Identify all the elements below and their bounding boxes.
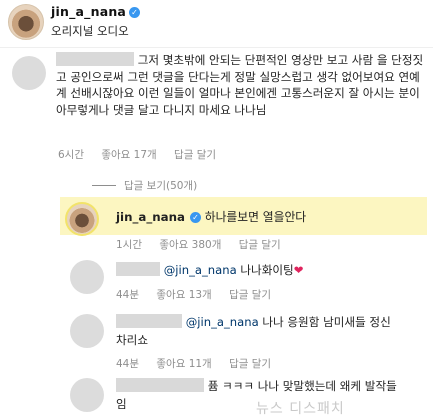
reply-button[interactable]: 답글 달기 bbox=[174, 149, 216, 161]
reply2-body: 나나화이팅 bbox=[240, 263, 294, 277]
reply3-body-line1: 나나 응원함 남미새들 정신 bbox=[262, 315, 391, 329]
reply3-mention[interactable]: @jin_a_nana bbox=[186, 315, 259, 329]
reply2-name-blurred[interactable] bbox=[116, 262, 160, 276]
reply3-meta: 44분 좋아요 11개 답글 달기 bbox=[116, 356, 285, 371]
reply3-name-blurred[interactable] bbox=[116, 314, 182, 328]
highlighted-reply: jin_a_nana ✓ 하나를보면 열을안다 bbox=[116, 208, 306, 225]
comment-likes[interactable]: 좋아요 17개 bbox=[101, 149, 156, 161]
commenter-avatar[interactable] bbox=[12, 56, 46, 90]
reply-button[interactable]: 답글 달기 bbox=[239, 239, 281, 251]
reply3-likes[interactable]: 좋아요 11개 bbox=[156, 358, 211, 370]
reply2-time: 44분 bbox=[116, 289, 140, 301]
reply-button[interactable]: 답글 달기 bbox=[229, 289, 271, 301]
reply3-time: 44분 bbox=[116, 358, 140, 370]
reply2-text: @jin_a_nana 나나화이팅❤ bbox=[116, 262, 303, 279]
reply4-text: 퓸 ㅋㅋㅋ 나나 맞말했는데 왜케 발작들 bbox=[116, 378, 426, 395]
highlighted-reply-meta: 1시간 좋아요 380개 답글 달기 bbox=[116, 237, 295, 252]
reply2-likes[interactable]: 좋아요 13개 bbox=[156, 289, 211, 301]
reply3-text: @jin_a_nana 나나 응원함 남미새들 정신 bbox=[116, 314, 426, 331]
comment-line1: 그저 몇초밖에 안되는 단편적인 영상만 보고 사람 bbox=[137, 53, 374, 67]
reply-button[interactable]: 답글 달기 bbox=[229, 358, 271, 370]
commenter-name-blurred[interactable] bbox=[56, 52, 134, 66]
view-replies-button[interactable]: 답글 보기(50개) bbox=[92, 178, 197, 193]
reply4-line2: 임 bbox=[116, 397, 127, 411]
reply3-avatar[interactable] bbox=[70, 314, 104, 348]
main-comment-text: 그저 몇초밖에 안되는 단편적인 영상만 보고 사람 을 단정짓고 공인으로써 … bbox=[56, 52, 426, 118]
profile-avatar[interactable] bbox=[8, 4, 44, 40]
reply2-mention[interactable]: @jin_a_nana bbox=[164, 263, 237, 277]
reply-username[interactable]: jin_a_nana bbox=[116, 210, 185, 224]
reply4-name-blurred[interactable] bbox=[116, 378, 204, 392]
reply-time: 1시간 bbox=[116, 239, 143, 251]
divider bbox=[0, 47, 433, 48]
verified-badge-icon: ✓ bbox=[189, 212, 201, 223]
reply-text: 하나를보면 열을안다 bbox=[204, 210, 307, 224]
reply2-meta: 44분 좋아요 13개 답글 달기 bbox=[116, 287, 285, 302]
reply-avatar-jin-a-nana[interactable] bbox=[65, 202, 99, 236]
replies-line bbox=[92, 185, 116, 186]
reply2-avatar[interactable] bbox=[70, 260, 104, 294]
view-replies-label[interactable]: 답글 보기(50개) bbox=[124, 180, 197, 192]
username-text[interactable]: jin_a_nana bbox=[51, 4, 126, 19]
heart-icon: ❤ bbox=[293, 263, 304, 277]
audio-label[interactable]: 오리지널 오디오 bbox=[51, 23, 129, 39]
main-comment-meta: 6시간 좋아요 17개 답글 달기 bbox=[58, 147, 230, 162]
post-username[interactable]: jin_a_nana ✓ bbox=[51, 4, 141, 19]
post-header: jin_a_nana ✓ 오리지널 오디오 bbox=[0, 0, 433, 46]
reply4-avatar[interactable] bbox=[70, 378, 104, 412]
reply-likes[interactable]: 좋아요 380개 bbox=[159, 239, 221, 251]
verified-badge-icon: ✓ bbox=[129, 7, 141, 18]
watermark: 뉴스 디스패치 bbox=[256, 401, 345, 417]
comment-time: 6시간 bbox=[58, 149, 85, 161]
reply4-body-line1: 퓸 ㅋㅋㅋ 나나 맞말했는데 왜케 발작들 bbox=[207, 379, 397, 393]
reply3-line2: 차리쇼 bbox=[116, 333, 148, 347]
